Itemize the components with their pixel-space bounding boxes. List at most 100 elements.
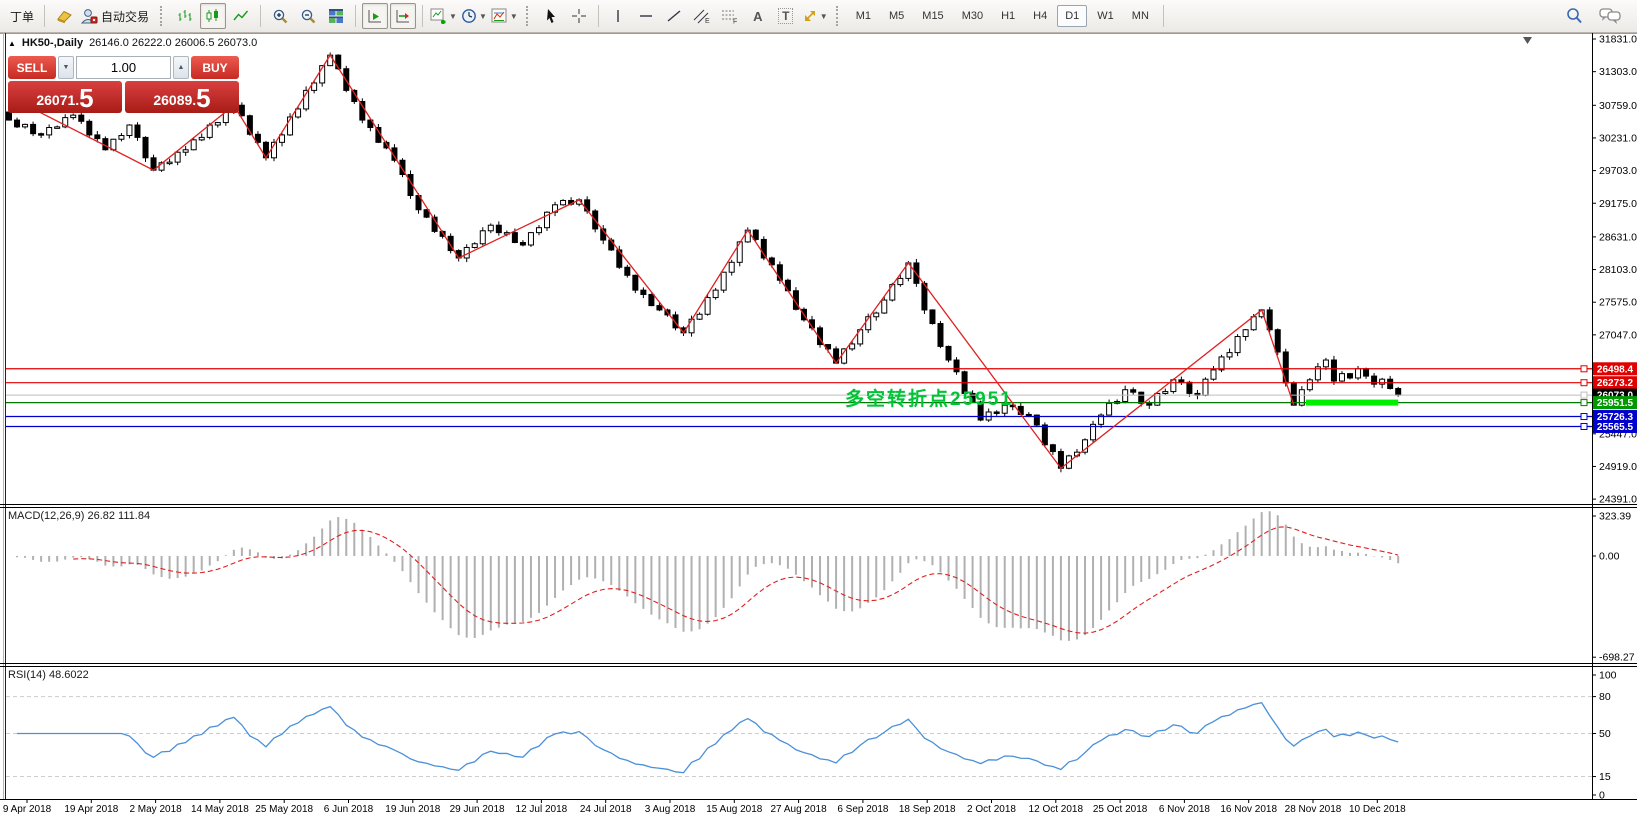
date-axis[interactable]: 9 Apr 201819 Apr 20182 May 201814 May 20… [3, 799, 1406, 815]
candlestick-chart-button[interactable] [200, 3, 226, 29]
horizontal-price-lines[interactable] [6, 366, 1592, 430]
hline-handle[interactable] [1581, 392, 1587, 398]
price-tick-label: 30231.0 [1599, 132, 1637, 144]
equidistant-channel-tool[interactable]: E [689, 3, 715, 29]
candle [954, 360, 959, 372]
candle [785, 280, 790, 291]
candle [175, 152, 180, 162]
tab-h1[interactable]: H1 [993, 5, 1023, 27]
symbol-title: HK50-,Daily [22, 37, 83, 49]
toolbar-grip[interactable] [836, 6, 841, 26]
date-tick-label: 28 Nov 2018 [1285, 804, 1342, 815]
macd-axis[interactable]: 323.390.00-698.27 [1592, 511, 1635, 664]
price-line-label: 25951.5 [1597, 398, 1634, 409]
trendline-icon [666, 8, 682, 24]
candle [47, 127, 52, 134]
chart-shift-icon [367, 8, 383, 24]
new-chart-dropdown[interactable]: ▼ [429, 3, 458, 29]
autotrading-icon [80, 8, 98, 24]
volume-input[interactable]: 1.00 [76, 56, 171, 79]
tab-m15[interactable]: M15 [914, 5, 951, 27]
tab-m5[interactable]: M5 [881, 5, 912, 27]
new-order-button[interactable]: 丁单 [6, 3, 38, 29]
hline-handle[interactable] [1581, 380, 1587, 386]
sell-price-display[interactable]: 26071.5 [8, 81, 122, 113]
chevron-down-icon: ▼ [820, 12, 828, 21]
hline-handle[interactable] [1581, 366, 1587, 372]
tab-d1[interactable]: D1 [1057, 5, 1087, 27]
chart-shift-button[interactable] [362, 3, 388, 29]
hline-handle[interactable] [1581, 423, 1587, 429]
horizontal-line-tool[interactable] [633, 3, 659, 29]
fibonacci-tool[interactable]: F [717, 3, 743, 29]
candle [1227, 353, 1232, 357]
sell-button[interactable]: SELL [8, 56, 56, 79]
highlighted-line-segment[interactable] [1306, 400, 1398, 406]
zoom-in-button[interactable] [267, 3, 293, 29]
price-axis[interactable]: 31831.031303.030759.030231.029703.029175… [1592, 34, 1637, 506]
date-tick-label: 10 Dec 2018 [1349, 804, 1406, 815]
bar-chart-button[interactable] [172, 3, 198, 29]
candle [1388, 379, 1393, 388]
toolbar-grip[interactable] [160, 6, 165, 26]
crosshair-button[interactable] [566, 3, 592, 29]
volume-decrease-button[interactable]: ▼ [58, 56, 74, 79]
history-center-button[interactable] [51, 3, 77, 29]
toolbar-grip[interactable] [526, 6, 531, 26]
toolbar-separator [44, 5, 45, 27]
price-tick-label: 27047.0 [1599, 329, 1637, 341]
history-book-icon [56, 8, 73, 24]
auto-scroll-button[interactable] [390, 3, 416, 29]
vertical-line-tool[interactable] [605, 3, 631, 29]
tab-w1[interactable]: W1 [1089, 5, 1122, 27]
crosshair-icon [571, 8, 587, 24]
cursor-button[interactable] [538, 3, 564, 29]
search-button[interactable] [1561, 3, 1587, 29]
candle [215, 123, 220, 125]
candle [1163, 392, 1168, 394]
autotrading-button[interactable]: 自动交易 [79, 3, 153, 29]
candle [625, 267, 630, 275]
tab-m30[interactable]: M30 [954, 5, 991, 27]
toolbar-separator [598, 5, 599, 27]
trendline-tool[interactable] [661, 3, 687, 29]
date-tick-label: 6 Sep 2018 [837, 804, 889, 815]
pane-dividers[interactable] [0, 505, 1637, 667]
buy-price-main: 26089. [153, 89, 196, 111]
text-tool[interactable]: A [745, 3, 771, 29]
candle [1339, 374, 1344, 381]
candlestick-chart-icon [205, 8, 221, 24]
price-tick-label: 31831.0 [1599, 34, 1637, 46]
collapse-pane-icon[interactable]: ▲ [8, 39, 16, 48]
price-line-label: 26498.4 [1597, 364, 1634, 375]
candle [657, 306, 662, 310]
toolbar-separator [1163, 5, 1164, 27]
candle [882, 300, 887, 313]
macd-signal-line [73, 527, 1398, 633]
candle [239, 105, 244, 116]
rsi-axis-label: 50 [1599, 728, 1611, 740]
chart-shift-marker[interactable] [1523, 37, 1532, 44]
hline-handle[interactable] [1581, 414, 1587, 420]
tab-m1[interactable]: M1 [848, 5, 879, 27]
candle [1131, 390, 1136, 392]
chart-canvas[interactable]: 31831.031303.030759.030231.029703.029175… [0, 0, 1637, 816]
zoom-out-button[interactable] [295, 3, 321, 29]
date-tick-label: 12 Jul 2018 [516, 804, 568, 815]
price-line-label: 25565.5 [1597, 422, 1634, 433]
tile-windows-button[interactable] [323, 3, 349, 29]
periods-dropdown[interactable]: ▼ [460, 3, 488, 29]
turning-point-annotation[interactable]: 多空转折点25951 [845, 384, 1013, 411]
tab-h4[interactable]: H4 [1025, 5, 1055, 27]
tab-mn[interactable]: MN [1124, 5, 1157, 27]
buy-button[interactable]: BUY [191, 56, 239, 79]
rsi-axis[interactable]: 1008050150 [1592, 670, 1617, 802]
text-label-tool[interactable]: T [773, 3, 799, 29]
chat-button[interactable] [1597, 3, 1623, 29]
buy-price-display[interactable]: 26089.5 [125, 81, 239, 113]
volume-increase-button[interactable]: ▲ [173, 56, 189, 79]
line-chart-button[interactable] [228, 3, 254, 29]
hline-handle[interactable] [1581, 400, 1587, 406]
arrows-dropdown[interactable]: ▼ [801, 3, 829, 29]
templates-dropdown[interactable]: ▼ [490, 3, 519, 29]
